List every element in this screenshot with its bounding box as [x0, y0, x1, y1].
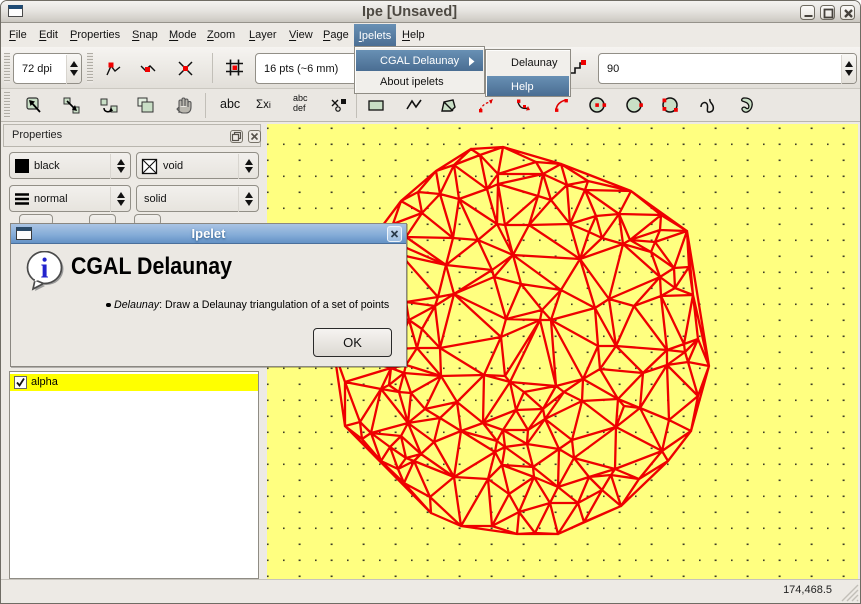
svg-text:i: i	[41, 254, 49, 285]
